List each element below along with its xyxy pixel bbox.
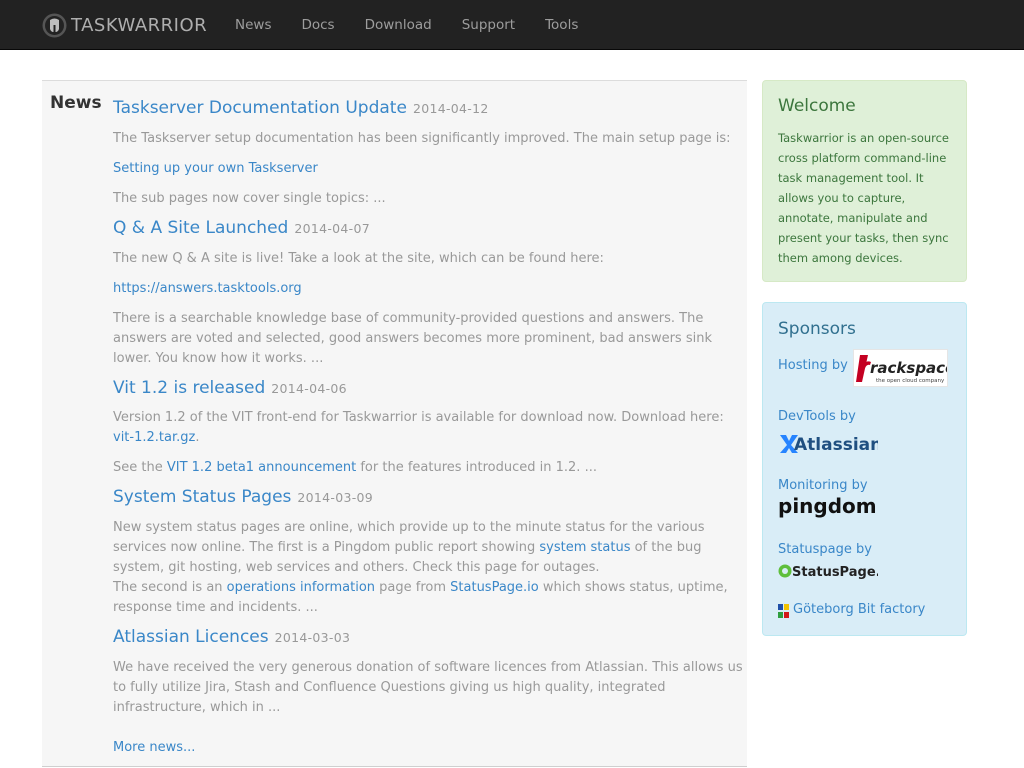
news-panel: News Taskserver Documentation Update 201… [42, 80, 747, 767]
text-fragment: Version 1.2 of the VIT front-end for Tas… [113, 410, 724, 425]
main-nav: News Docs Download Support Tools [220, 0, 593, 50]
pingdom-logo[interactable]: pingdom [778, 494, 878, 527]
devtools-by-link[interactable]: DevTools by [778, 409, 856, 424]
svg-text:StatusPage.io: StatusPage.io [792, 565, 878, 580]
news-item: System Status Pages 2014-03-09 [113, 487, 373, 507]
top-navbar: TASKWARRIOR News Docs Download Support T… [0, 0, 1024, 50]
article-text: The new Q & A site is live! Take a look … [113, 251, 604, 266]
taskwarrior-helmet-icon [42, 13, 67, 38]
text-fragment: page from [375, 580, 451, 595]
text-fragment: for the features introduced in 1.2. ... [356, 460, 597, 475]
article-title: Vit 1.2 is released 2014-04-06 [113, 378, 347, 398]
brand-name: TASKWARRIOR [71, 14, 208, 36]
taskserver-setup-link[interactable]: Setting up your own Taskserver [113, 159, 318, 179]
article-text: The Taskserver setup documentation has b… [113, 131, 731, 146]
article-title: System Status Pages 2014-03-09 [113, 487, 373, 507]
system-status-link[interactable]: system status [539, 540, 630, 555]
vit-beta-announcement-link[interactable]: VIT 1.2 beta1 announcement [167, 460, 356, 475]
article-date: 2014-04-07 [294, 221, 370, 236]
vit-download-link[interactable]: vit-1.2.tar.gz [113, 430, 195, 445]
article-text: New system status pages are online, whic… [113, 518, 743, 618]
article-date: 2014-03-09 [297, 490, 374, 505]
article-title: Taskserver Documentation Update 2014-04-… [113, 98, 489, 118]
sponsors-panel: Sponsors Hosting by rackspace. the open … [762, 302, 967, 636]
article-text: There is a searchable knowledge base of … [113, 311, 712, 366]
welcome-panel: Welcome Taskwarrior is an open-source cr… [762, 80, 967, 282]
news-item: Atlassian Licences 2014-03-03 [113, 627, 350, 647]
welcome-title: Welcome [778, 96, 856, 116]
article-title-link[interactable]: Vit 1.2 is released [113, 378, 265, 398]
article-title-link[interactable]: Atlassian Licences [113, 627, 269, 647]
article-date: 2014-03-03 [274, 630, 351, 645]
text-fragment: The second is an [113, 580, 227, 595]
nav-docs[interactable]: Docs [286, 0, 349, 50]
brand-link[interactable]: TASKWARRIOR [42, 12, 207, 38]
operations-information-link[interactable]: operations information [227, 580, 375, 595]
monitoring-by-link[interactable]: Monitoring by [778, 478, 868, 493]
news-heading: News [50, 93, 102, 113]
svg-text:Atlassian: Atlassian [794, 435, 878, 455]
statuspage-link[interactable]: StatusPage.io [450, 580, 539, 595]
welcome-text: Taskwarrior is an open-source cross plat… [778, 131, 950, 265]
article-title-link[interactable]: Q & A Site Launched [113, 218, 288, 238]
atlassian-logo[interactable]: Atlassian [778, 431, 882, 459]
nav-support[interactable]: Support [447, 0, 530, 50]
news-item: Vit 1.2 is released 2014-04-06 [113, 378, 347, 398]
statuspage-logo[interactable]: StatusPage.io [778, 560, 894, 586]
nav-download[interactable]: Download [350, 0, 447, 50]
article-text: We have received the very generous donat… [113, 660, 743, 715]
hosting-by-link[interactable]: Hosting by [778, 358, 848, 373]
article-title: Q & A Site Launched 2014-04-07 [113, 218, 370, 238]
article-title-link[interactable]: Taskserver Documentation Update [113, 98, 407, 118]
rackspace-logo[interactable]: rackspace. the open cloud company [853, 349, 961, 387]
nav-news[interactable]: News [220, 0, 286, 50]
svg-text:pingdom: pingdom [778, 495, 877, 518]
article-title: Atlassian Licences 2014-03-03 [113, 627, 350, 647]
goteborg-flag-icon [778, 604, 789, 622]
text-fragment: . [195, 430, 200, 445]
text-fragment: See the [113, 460, 167, 475]
article-text: The sub pages now cover single topics: .… [113, 191, 386, 206]
goteborg-bit-factory-link[interactable]: Göteborg Bit factory [793, 602, 925, 617]
svg-text:the open cloud company: the open cloud company [876, 378, 945, 384]
statuspage-by-link[interactable]: Statuspage by [778, 542, 872, 557]
news-item: Q & A Site Launched 2014-04-07 [113, 218, 370, 238]
article-date: 2014-04-06 [271, 381, 347, 396]
article-text: Version 1.2 of the VIT front-end for Tas… [113, 408, 743, 448]
sponsors-title: Sponsors [778, 319, 856, 339]
nav-tools[interactable]: Tools [530, 0, 593, 50]
article-date: 2014-04-12 [412, 101, 489, 116]
more-news-link[interactable]: More news... [113, 738, 195, 758]
answers-site-link[interactable]: https://answers.tasktools.org [113, 279, 302, 299]
article-text: See the VIT 1.2 beta1 announcement for t… [113, 458, 743, 478]
article-title-link[interactable]: System Status Pages [113, 487, 291, 507]
svg-text:rackspace.: rackspace. [870, 359, 947, 377]
news-item: Taskserver Documentation Update 2014-04-… [113, 98, 489, 118]
